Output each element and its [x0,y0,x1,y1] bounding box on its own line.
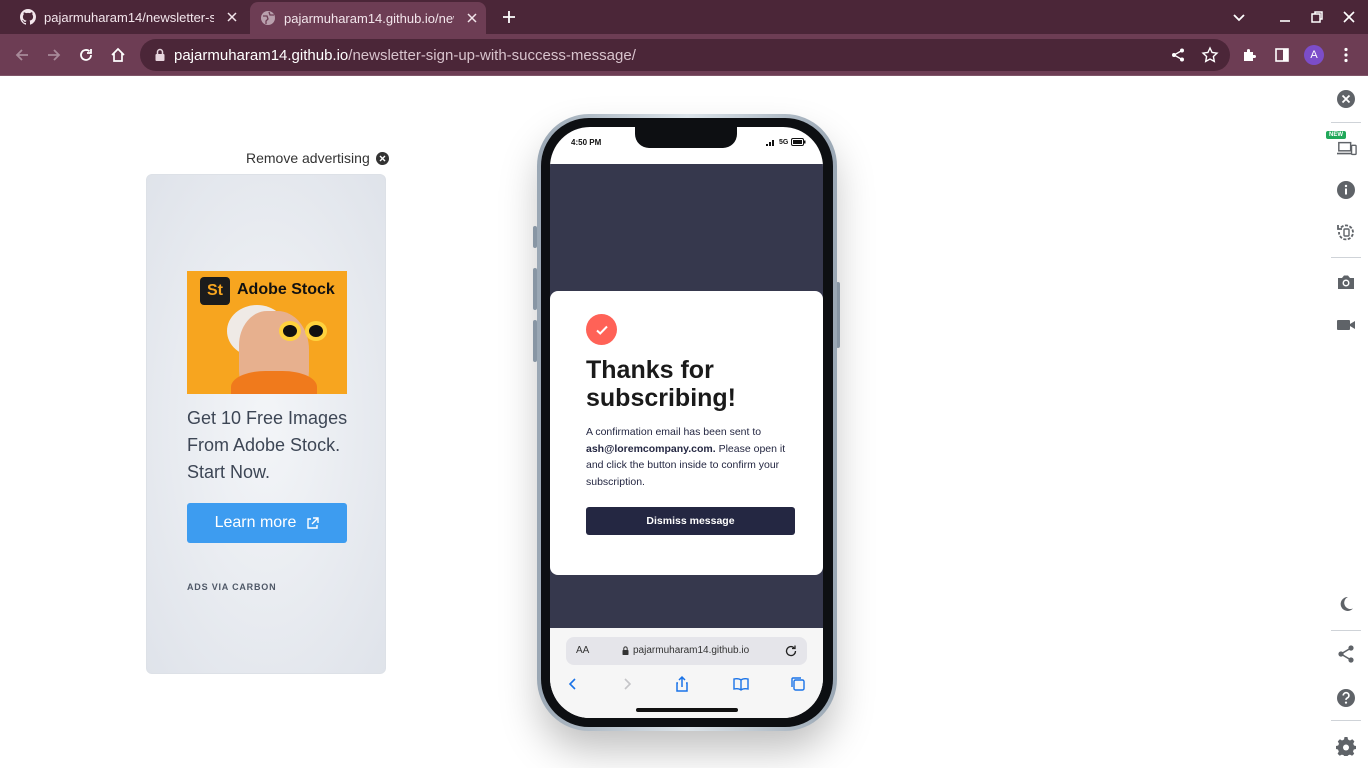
safari-reload-icon[interactable] [784,644,798,658]
url-text: pajarmuharam14.github.io/newsletter-sign… [174,47,636,64]
github-icon [20,9,36,25]
minimize-button[interactable] [1276,8,1294,26]
help-icon[interactable] [1336,688,1356,708]
reload-icon[interactable] [76,45,96,65]
new-badge: NEW [1326,131,1346,139]
safari-back-icon[interactable] [564,675,582,693]
ad-image-sunglasses-right [305,321,327,341]
safari-forward-icon[interactable] [618,675,636,693]
camera-icon[interactable] [1336,272,1356,292]
safari-bookmarks-icon[interactable] [732,675,750,693]
sidebar-divider [1331,630,1361,631]
ads-via-carbon-link[interactable]: ADS VIA CARBON [187,582,276,592]
ad-headline[interactable]: Get 10 Free Images From Adobe Stock. Sta… [187,405,357,486]
learn-more-label: Learn more [214,514,297,531]
settings-icon[interactable] [1336,736,1356,756]
safari-share-icon[interactable] [673,675,691,693]
remove-advertising-link[interactable]: Remove advertising [246,150,389,166]
globe-icon [260,10,276,26]
back-icon[interactable] [12,45,32,65]
success-check-icon [586,314,617,345]
side-panel-icon[interactable] [1272,45,1292,65]
carbon-ad: St Adobe Stock Get 10 Free Images From A… [146,174,386,674]
share-page-icon[interactable] [1168,45,1188,65]
phone-screen: 4:50 PM 5G Thanks for subscribing! A con… [550,127,823,718]
network-label: 5G [779,138,789,146]
tab-active-site[interactable]: pajarmuharam14.github.io/newsletter-sign… [250,2,486,34]
sidebar-divider [1331,257,1361,258]
video-icon[interactable] [1336,315,1356,335]
status-indicators: 5G [766,138,806,146]
menu-kebab-icon[interactable] [1336,45,1356,65]
browser-toolbar: pajarmuharam14.github.io/newsletter-sign… [0,34,1368,76]
phone-notch [635,127,737,148]
close-tab-icon[interactable] [464,10,480,26]
success-message: A confirmation email has been sent to as… [586,424,791,490]
signal-icon [766,139,774,146]
learn-more-button[interactable]: Learn more [187,503,347,543]
rotate-icon[interactable] [1336,222,1356,242]
page-background: Thanks for subscribing! A confirmation e… [550,164,823,628]
remove-advertising-label: Remove advertising [246,150,370,166]
tab-strip: pajarmuharam14/newsletter-sign-up-with-s… [0,0,1368,34]
ad-image-sunglasses-left [279,321,301,341]
close-tab-icon[interactable] [224,9,240,25]
message-lead: A confirmation email has been sent to [586,426,762,438]
ad-image[interactable]: St Adobe Stock [187,271,347,394]
safari-address-bar[interactable]: AA pajarmuharam14.github.io [566,637,807,665]
reader-aa-button[interactable]: AA [576,645,589,656]
dismiss-message-button[interactable]: Dismiss message [586,507,795,535]
tab-github[interactable]: pajarmuharam14/newsletter-sign-up-with-s… [12,0,246,34]
safari-lock-icon [622,646,629,655]
safari-domain: pajarmuharam14.github.io [622,645,749,656]
safari-tabs-icon[interactable] [789,675,807,693]
close-ad-icon[interactable] [375,151,389,165]
close-icon[interactable] [1336,89,1356,109]
adobe-stock-logo: St [200,277,230,305]
safari-domain-text: pajarmuharam14.github.io [633,645,750,656]
lock-icon[interactable] [152,47,168,63]
new-tab-button[interactable] [500,8,518,26]
responsive-devices-icon[interactable] [1337,139,1357,159]
close-window-button[interactable] [1340,8,1358,26]
ad-brand-name: Adobe Stock [237,281,335,298]
forward-icon[interactable] [44,45,64,65]
moon-icon[interactable] [1336,594,1356,614]
safari-toolbar: AA pajarmuharam14.github.io [550,628,823,718]
email-address: ash@loremcompany.com. [586,442,716,455]
ad-image-shirt [231,371,317,394]
status-time: 4:50 PM [571,138,602,147]
bookmark-star-icon[interactable] [1200,45,1220,65]
sidebar-divider [1331,122,1361,123]
restore-button[interactable] [1308,8,1326,26]
share-icon[interactable] [1336,644,1356,664]
url-host: pajarmuharam14.github.io [174,47,349,64]
success-card: Thanks for subscribing! A confirmation e… [550,291,823,575]
info-icon[interactable] [1336,180,1356,200]
sidebar-divider [1331,720,1361,721]
battery-icon [791,138,806,146]
tab-title: pajarmuharam14/newsletter-sign-up-with-s… [44,9,214,25]
home-indicator [636,708,738,712]
home-icon[interactable] [108,45,128,65]
external-link-icon [306,516,320,530]
url-path: /newsletter-sign-up-with-success-message… [348,47,636,64]
tab-search-chevron-icon[interactable] [1230,8,1248,26]
tab-title: pajarmuharam14.github.io/newsletter-sign… [284,10,454,26]
address-bar[interactable]: pajarmuharam14.github.io/newsletter-sign… [140,39,1230,71]
extensions-puzzle-icon[interactable] [1240,45,1260,65]
profile-avatar[interactable]: A [1304,45,1324,65]
success-title: Thanks for subscribing! [586,356,737,412]
